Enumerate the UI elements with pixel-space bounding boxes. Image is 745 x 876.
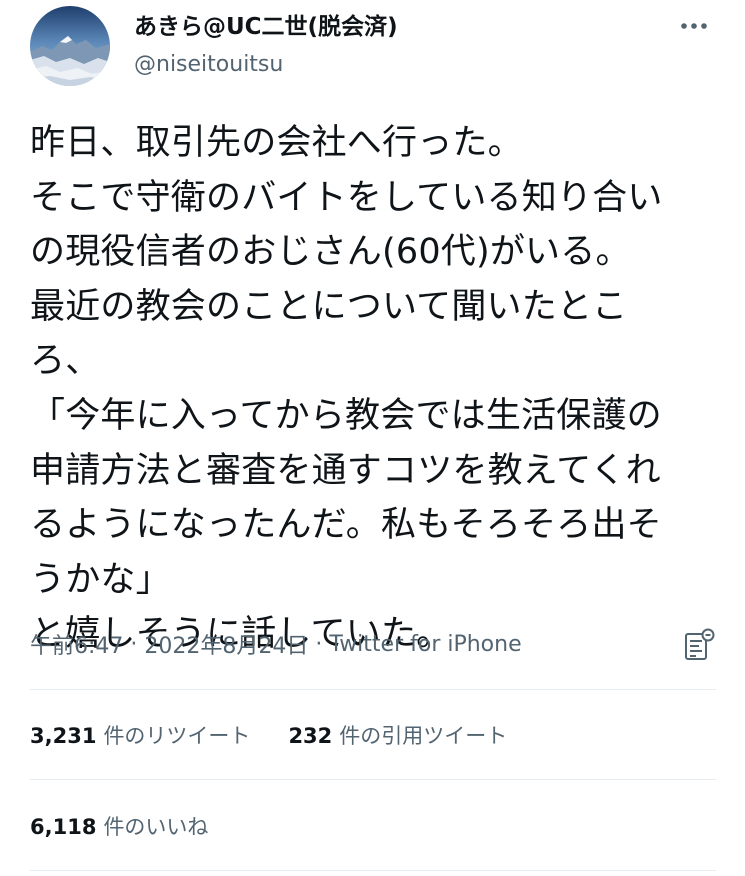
divider — [30, 779, 716, 780]
mountain-landscape-avatar — [30, 6, 110, 86]
meta-separator: · — [315, 631, 323, 657]
tweet-line: 「今年に入ってから教会では生活保護の — [30, 395, 662, 436]
display-name[interactable]: あきら@UC二世(脱会済) — [134, 12, 398, 42]
retweet-label: 件のリツイート — [103, 724, 251, 748]
analytics-button[interactable] — [684, 628, 716, 662]
tweet-time[interactable]: 午前6:47 — [30, 628, 123, 660]
tweet-line: の現役信者のおじさん(60代)がいる。 — [30, 232, 631, 273]
quote-tweets-stat[interactable]: 232 件の引用ツイート — [288, 720, 507, 750]
likes-stat[interactable]: 6,118 件のいいね — [30, 811, 208, 841]
tweet-line: ろ、 — [30, 341, 101, 382]
more-button[interactable] — [674, 14, 714, 38]
avatar[interactable] — [30, 6, 110, 86]
tweet-date[interactable]: 2022年8月24日 — [144, 628, 308, 660]
analytics-icon — [685, 628, 715, 660]
retweet-count: 3,231 — [30, 724, 97, 748]
user-handle[interactable]: @niseitouitsu — [134, 50, 398, 80]
like-label: 件のいいね — [103, 815, 209, 839]
user-info: あきら@UC二世(脱会済) @niseitouitsu — [134, 12, 398, 80]
likes-stats-row: 6,118 件のいいね — [30, 806, 208, 846]
like-count: 6,118 — [30, 815, 97, 839]
more-horizontal-icon — [681, 23, 707, 29]
divider — [30, 870, 716, 871]
tweet-meta: 午前6:47 · 2022年8月24日 · Twitter for iPhone — [30, 626, 522, 662]
tweet-text: 昨日、取引先の会社へ行った。 そこで守衛のバイトをしている知り合い の現役信者の… — [30, 116, 720, 662]
tweet-header: あきら@UC二世(脱会済) @niseitouitsu — [0, 0, 745, 100]
divider — [30, 689, 716, 690]
tweet-line: るようになったんだ。私もそろそろ出そ — [30, 505, 662, 546]
tweet-line: 最近の教会のことについて聞いたとこ — [30, 286, 628, 327]
tweet-source-link[interactable]: Twitter for iPhone — [329, 632, 521, 657]
meta-separator: · — [130, 631, 138, 657]
tweet-line: うかな」 — [30, 559, 171, 600]
retweet-stats-row: 3,231 件のリツイート 232 件の引用ツイート — [30, 715, 507, 755]
tweet-line: 昨日、取引先の会社へ行った。 — [30, 123, 523, 163]
tweet-line: そこで守衛のバイトをしている知り合い — [30, 177, 663, 218]
quote-label: 件の引用ツイート — [339, 724, 508, 748]
quote-count: 232 — [288, 724, 333, 748]
tweet-line: 申請方法と審査を通すコツを教えてくれ — [30, 450, 661, 491]
retweets-stat[interactable]: 3,231 件のリツイート — [30, 720, 250, 750]
